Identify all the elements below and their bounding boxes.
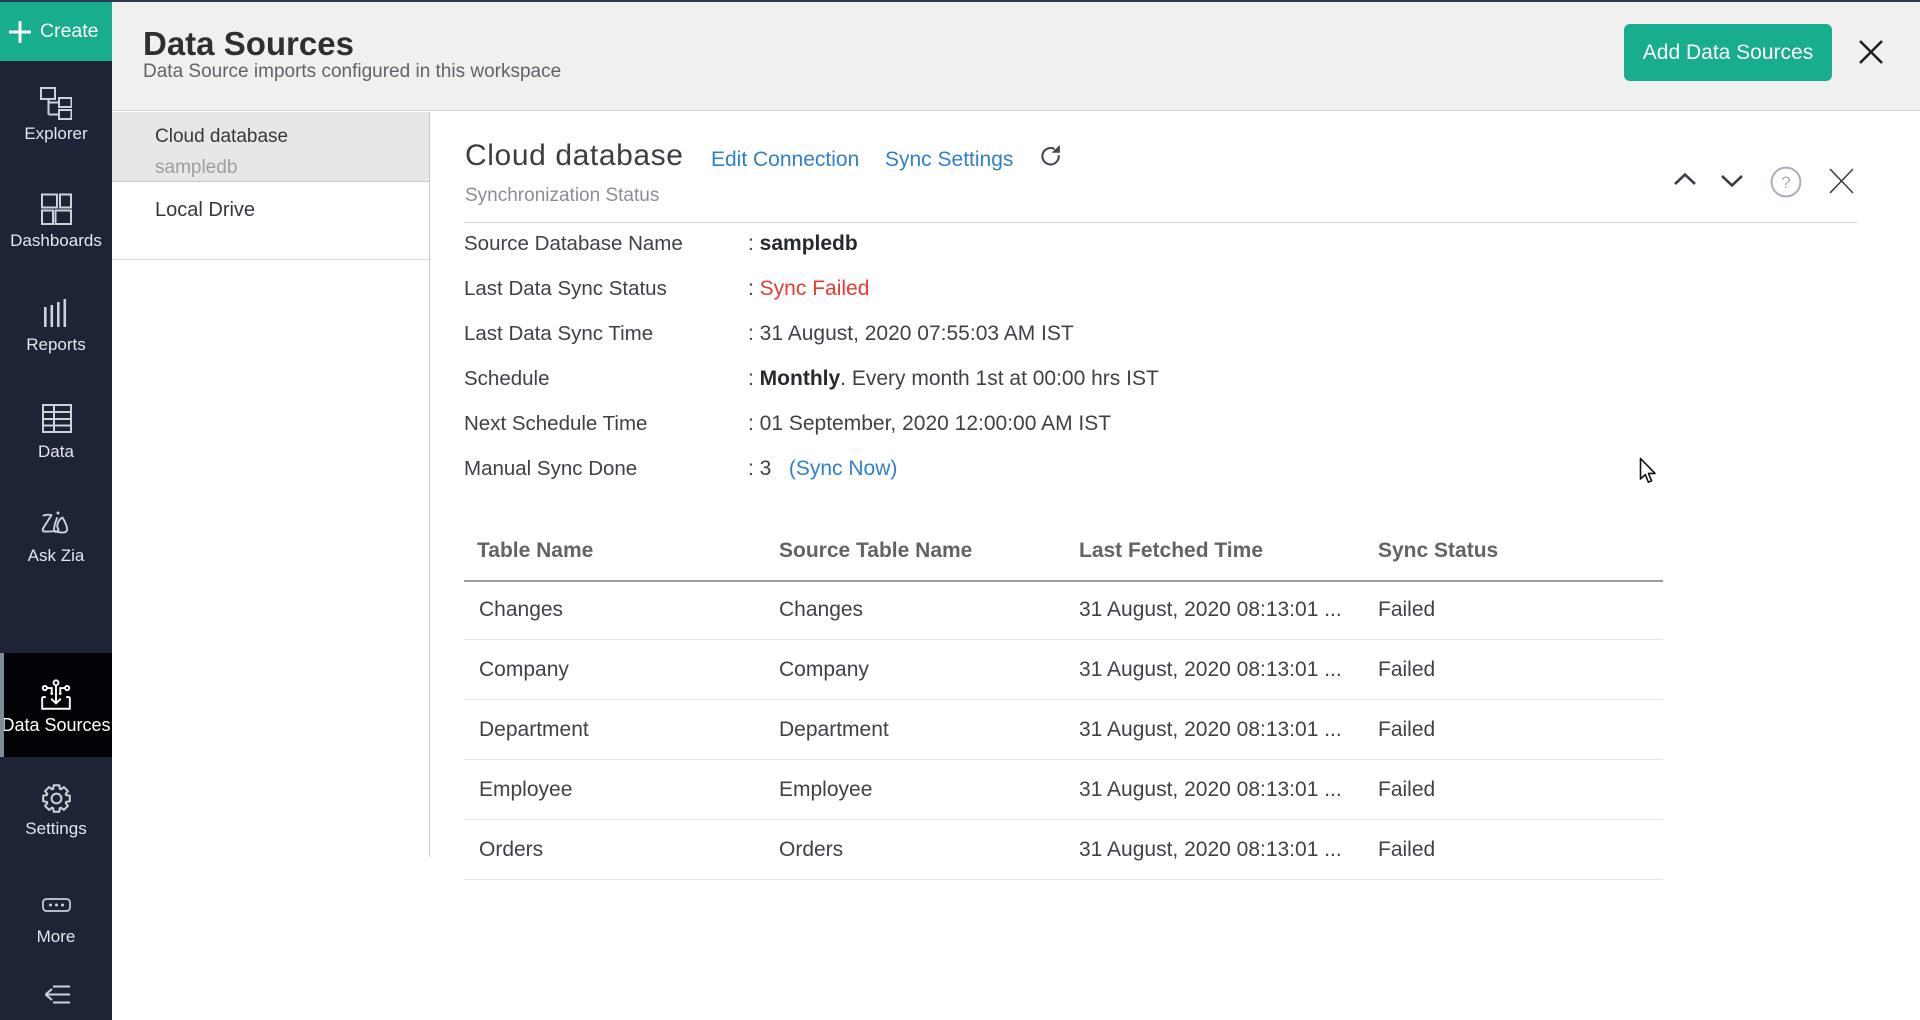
svg-text:?: ? — [1781, 173, 1790, 192]
